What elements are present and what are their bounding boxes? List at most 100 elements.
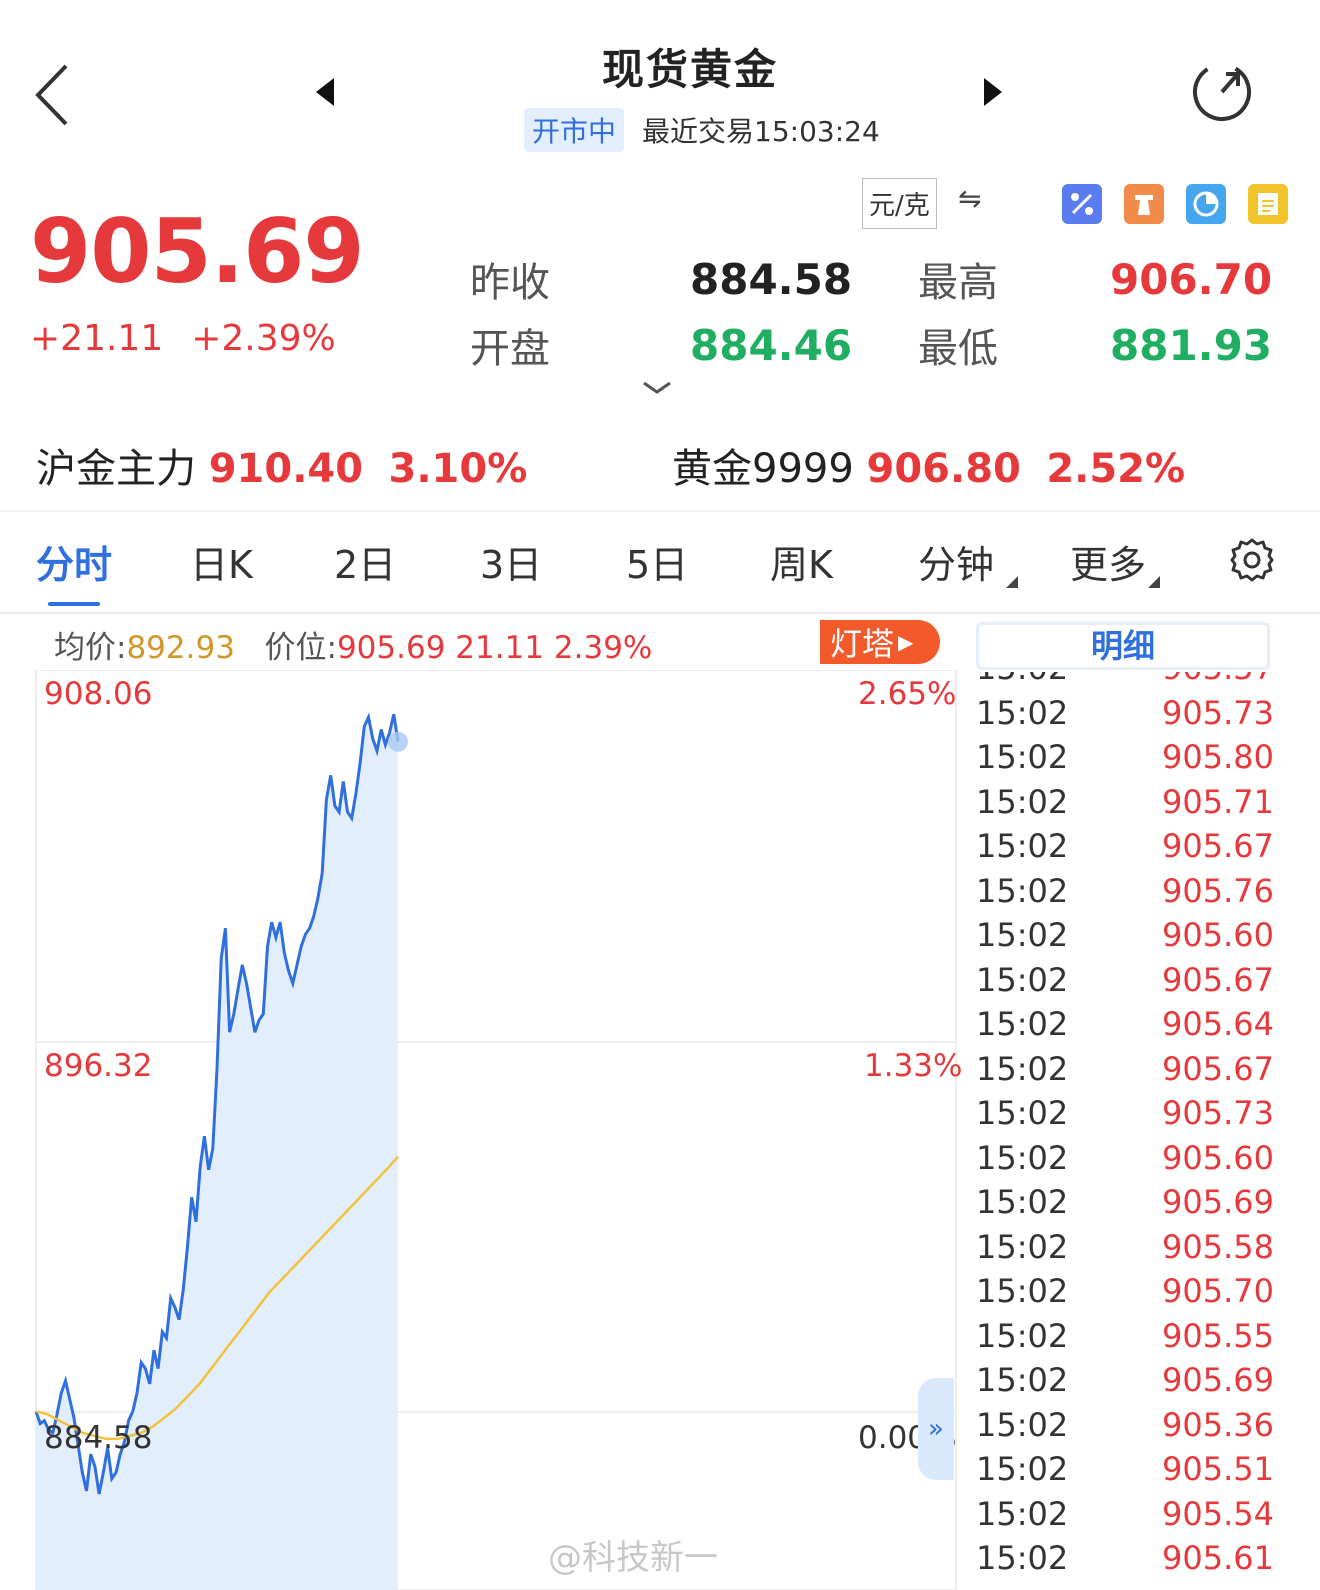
tab-weekly-k[interactable]: 周K [770,534,833,589]
detail-tab-button[interactable]: 明细 [976,622,1270,670]
tick-row: 15:02 905.54 [976,1492,1274,1537]
tabs-divider [0,612,1320,614]
y-axis-right-mid: 1.33% [864,1048,963,1084]
avg-label: 均价: [54,630,127,666]
y-axis-right-top: 2.65% [858,676,957,712]
tick-row: 15:02 905.67 [976,1047,1274,1092]
tick-row: 15:02 905.73 [976,691,1274,736]
tick-row: 15:02 905.64 [976,1002,1274,1047]
tick-row: 15:02 905.80 [976,735,1274,780]
price-change-row: +21.11 +2.39% [30,318,336,359]
avg-value: 892.93 [126,630,235,666]
lighthouse-button[interactable]: 灯塔 ▶ [820,620,940,664]
active-tab-indicator [48,602,100,606]
low-label: 最低 [918,326,998,372]
tick-row: 15:02 905.57 [976,672,1274,691]
current-price: 905.69 [30,200,365,303]
tick-time: 15:02 [976,1539,1069,1578]
market-open-badge: 开市中 [524,108,625,152]
tick-price: 905.69 [1162,1361,1274,1400]
high-value: 906.70 [1110,254,1273,304]
collapse-panel-button[interactable]: » [918,1378,954,1480]
prev-close-label: 昨收 [470,260,550,306]
tick-row: 15:02 905.51 [976,1447,1274,1492]
tick-time: 15:02 [976,916,1069,955]
stat-row: 开盘 884.46 最低 881.93 [470,312,1280,378]
settings-gear-icon[interactable] [1228,536,1276,584]
tick-time: 15:02 [976,1494,1069,1533]
related-quote-item[interactable]: 黄金9999 906.80 2.52% [672,436,1185,494]
tick-time: 15:02 [976,1361,1069,1400]
more-dropdown-icon [1148,576,1160,588]
y-axis-left-mid: 896.32 [44,1048,153,1084]
tab-minute[interactable]: 分钟 [918,534,994,589]
open-value: 884.46 [690,320,853,370]
tick-time: 15:02 [976,1316,1069,1355]
related-name: 沪金主力 [36,446,196,492]
tick-time: 15:02 [976,1138,1069,1177]
tick-time: 15:02 [976,960,1069,999]
unit-selector[interactable]: 元/克 [862,178,937,229]
y-axis-left-base: 884.58 [44,1420,153,1456]
tick-time: 15:02 [976,1405,1069,1444]
tick-price: 905.67 [1162,1049,1274,1088]
related-quote-item[interactable]: 沪金主力 910.40 3.10% [36,436,527,494]
stat-row: 昨收 884.58 最高 906.70 [470,246,1280,312]
related-price: 910.40 [208,446,364,492]
tick-price: 905.69 [1162,1183,1274,1222]
tick-row: 15:02 905.61 [976,1536,1274,1581]
related-pct: 3.10% [388,446,528,492]
price-value: 905.69 [336,630,446,666]
next-instrument-icon[interactable] [980,76,1006,108]
tick-price: 905.61 [1162,1539,1274,1578]
tick-time: 15:02 [976,827,1069,866]
expand-chevron-icon[interactable] [640,378,674,398]
percent-tool-icon[interactable] [1062,184,1102,224]
tab-more[interactable]: 更多 [1070,534,1146,589]
tab-daily-k[interactable]: 日K [190,534,253,589]
tick-row: 15:02 905.36 [976,1403,1274,1448]
tab-intraday[interactable]: 分时 [36,534,112,589]
tick-price: 905.67 [1162,960,1274,999]
lighthouse-tool-icon[interactable] [1124,184,1164,224]
tick-detail-list[interactable]: 15:02 905.57 15:02 905.73 15:02 905.80 15:02 90… [976,672,1274,1590]
play-icon: ▶ [898,630,914,654]
tick-price: 905.55 [1162,1316,1274,1355]
tick-time: 15:02 [976,693,1069,732]
tick-time: 15:02 [976,1227,1069,1266]
double-chevron-icon: » [928,1414,944,1444]
related-name: 黄金9999 [672,446,854,492]
tick-time: 15:02 [976,1450,1069,1489]
related-pct: 2.52% [1046,446,1186,492]
page-title: 现货黄金 [601,45,778,94]
price-change: +21.11 [30,318,164,359]
tick-time: 15:02 [976,1094,1069,1133]
tab-3day[interactable]: 3日 [480,534,542,589]
tick-price: 905.54 [1162,1494,1274,1533]
lighthouse-label: 灯塔 [830,625,895,663]
quote-stats: 昨收 884.58 最高 906.70 开盘 884.46 最低 881.93 [470,246,1280,378]
tick-row: 15:02 905.67 [976,958,1274,1003]
vip-report-tool-icon[interactable] [1248,184,1288,224]
tab-2day[interactable]: 2日 [334,534,396,589]
pie-chart-tool-icon[interactable] [1186,184,1226,224]
tick-price: 905.64 [1162,1005,1274,1044]
tick-row: 15:02 905.67 [976,824,1274,869]
toolbar-icons [1062,184,1288,224]
tick-price: 905.51 [1162,1450,1274,1489]
y-axis-left-top: 908.06 [44,676,153,712]
market-status-row: 开市中 最近交易15:03:24 [524,108,880,152]
refresh-icon[interactable] [1190,60,1254,124]
tick-time: 15:02 [976,871,1069,910]
tab-5day[interactable]: 5日 [626,534,688,589]
current-point-marker [388,731,408,752]
unit-swap-icon[interactable]: ⇋ [958,182,981,215]
tick-price: 905.73 [1162,693,1274,732]
price-pct-readout: 2.39% [553,630,653,666]
section-divider [0,510,1320,512]
last-trade-time: 最近交易15:03:24 [642,115,880,148]
tick-time: 15:02 [976,738,1069,777]
tick-price: 905.71 [1162,782,1274,821]
tick-price: 905.57 [1162,672,1274,687]
tick-price: 905.58 [1162,1227,1274,1266]
